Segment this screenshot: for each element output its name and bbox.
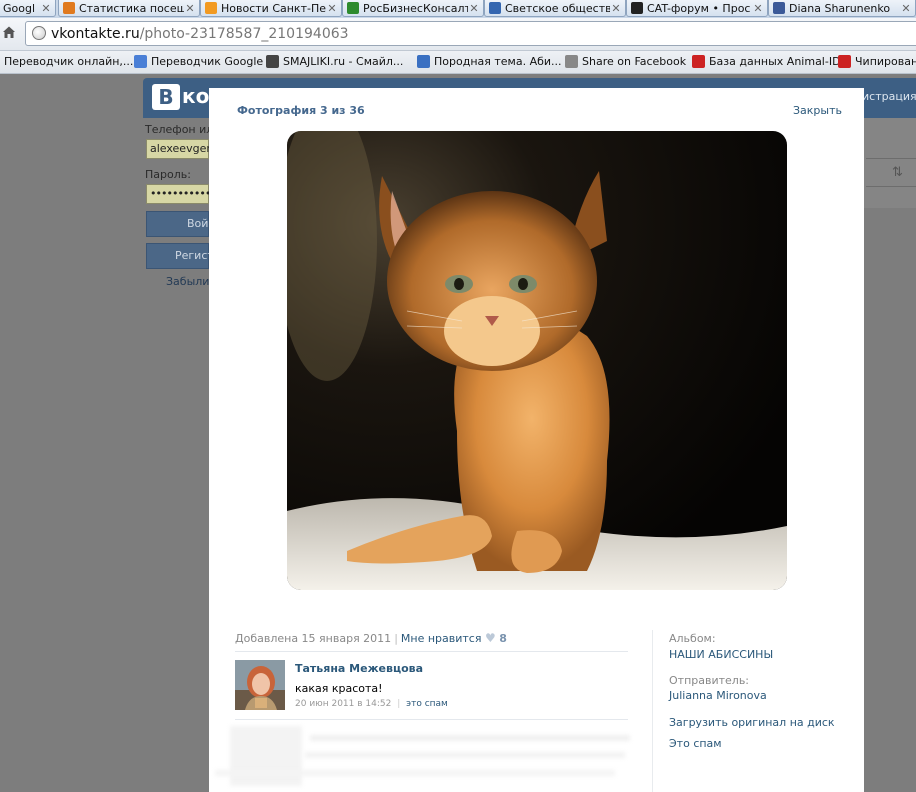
divider xyxy=(866,186,916,187)
tab-fox[interactable]: Статистика посещ ✕ xyxy=(58,0,200,17)
facebook-icon xyxy=(773,2,785,14)
home-icon[interactable] xyxy=(2,25,16,39)
album-link[interactable]: НАШИ АБИССИНЫ xyxy=(669,648,773,661)
paw-icon xyxy=(838,55,851,68)
close-icon[interactable]: ✕ xyxy=(900,2,912,15)
photo-counter: Фотография 3 из 36 xyxy=(237,104,365,117)
sort-icon[interactable]: ⇅ xyxy=(892,165,903,180)
password-label: Пароль: xyxy=(145,168,191,181)
heart-icon[interactable]: ♥ xyxy=(485,631,496,645)
bookmark-label: Переводчик онлайн,... xyxy=(4,55,134,68)
fox-icon xyxy=(63,2,75,14)
bookmark-item[interactable]: Переводчик Google xyxy=(134,55,263,68)
url-text[interactable]: vkontakte.ru/photo-23178587_210194063 xyxy=(51,26,349,42)
bookmark-item[interactable]: Чипирование xyxy=(838,55,916,68)
bookmark-label: Чипирование xyxy=(855,55,916,68)
close-icon[interactable]: ✕ xyxy=(752,2,764,15)
photo[interactable] xyxy=(287,131,787,590)
comment-date: 20 июн 2011 в 14:52 xyxy=(295,699,392,709)
password-input[interactable]: •••••••••••• xyxy=(146,184,217,204)
comment-text: какая красота! xyxy=(295,682,383,695)
sender-link[interactable]: Julianna Mironova xyxy=(669,689,767,702)
bookmark-item[interactable]: SMAJLIKI.ru - Смайл... xyxy=(266,55,403,68)
comment-meta: 20 июн 2011 в 14:52 | это спам xyxy=(295,699,448,709)
close-icon[interactable]: ✕ xyxy=(468,2,480,15)
tab-cat[interactable]: CAT-форум • Прос ✕ xyxy=(626,0,768,17)
avatar[interactable] xyxy=(235,660,285,710)
cat-icon xyxy=(631,2,643,14)
sender-label: Отправитель: xyxy=(669,674,750,687)
register-button[interactable]: Регист xyxy=(146,243,214,269)
rbc-icon xyxy=(347,2,359,14)
bookmark-label: SMAJLIKI.ru - Смайл... xyxy=(283,55,404,68)
added-date: Добавлена 15 января 2011 xyxy=(235,632,392,645)
forum-icon xyxy=(417,55,430,68)
photo-meta: Добавлена 15 января 2011 | Мне нравится ♥ … xyxy=(235,631,507,645)
close-icon[interactable]: ✕ xyxy=(326,2,338,15)
close-icon[interactable]: ✕ xyxy=(610,2,622,15)
like-count: 8 xyxy=(499,632,507,645)
paw-icon xyxy=(692,55,705,68)
loading-text xyxy=(215,770,615,776)
divider xyxy=(235,719,628,720)
tab-label: CAT-форум • Прос xyxy=(647,1,751,15)
sidebar-divider xyxy=(652,630,653,792)
album-label: Альбом: xyxy=(669,632,716,645)
vk-logo-icon[interactable]: В xyxy=(152,84,180,110)
comment-spam-link[interactable]: это спам xyxy=(406,699,448,709)
tab-rbc[interactable]: РосБизнесКонсалт ✕ xyxy=(342,0,484,17)
bookmark-label: Переводчик Google xyxy=(151,55,264,68)
loading-text xyxy=(305,752,625,758)
report-spam-link[interactable]: Это спам xyxy=(669,737,722,750)
bookmark-label: Породная тема. Аби... xyxy=(434,55,562,68)
bookmark-item[interactable]: Породная тема. Аби... xyxy=(417,55,562,68)
bookmark-item[interactable]: Share on Facebook xyxy=(565,55,686,68)
close-link[interactable]: Закрыть xyxy=(793,104,842,117)
loading-text xyxy=(310,735,630,741)
tab-google[interactable]: Googl ✕ xyxy=(0,0,56,17)
tab-label: Googl xyxy=(3,1,36,15)
tab-label: Diana Sharunenko xyxy=(789,1,891,15)
tab-nl[interactable]: Светское обществ ✕ xyxy=(484,0,626,17)
tab-label: Статистика посещ xyxy=(79,1,184,15)
tab-facebook[interactable]: Diana Sharunenko ✕ xyxy=(768,0,916,17)
tab-label: РосБизнесКонсалт xyxy=(363,1,468,15)
comment-author[interactable]: Татьяна Межевцова xyxy=(295,662,423,675)
news-icon xyxy=(205,2,217,14)
phone-input[interactable]: alexeevgen xyxy=(146,139,213,159)
like-link[interactable]: Мне нравится xyxy=(401,632,482,645)
vk-right-panel xyxy=(864,118,916,208)
close-icon[interactable]: ✕ xyxy=(184,2,196,15)
smile-icon xyxy=(266,55,279,68)
google-translate-icon xyxy=(134,55,147,68)
tab-label: Новости Санкт-Пе xyxy=(221,1,326,15)
kitten-photo xyxy=(287,131,787,590)
divider xyxy=(866,158,916,159)
avatar-placeholder xyxy=(230,726,302,786)
avatar-image xyxy=(235,660,285,710)
globe-icon xyxy=(32,26,46,40)
bookmark-label: База данных Animal-ID xyxy=(709,55,841,68)
bookmark-label: Share on Facebook xyxy=(582,55,687,68)
login-button[interactable]: Вой xyxy=(146,211,209,237)
close-icon[interactable]: ✕ xyxy=(40,2,52,15)
divider xyxy=(235,651,628,652)
globe-icon xyxy=(565,55,578,68)
tab-news[interactable]: Новости Санкт-Пе ✕ xyxy=(200,0,342,17)
bookmark-item[interactable]: Переводчик онлайн,... xyxy=(4,55,133,68)
tab-label: Светское обществ xyxy=(505,1,610,15)
vk-register-link[interactable]: истрация xyxy=(862,90,916,103)
nl-icon xyxy=(489,2,501,14)
bookmark-item[interactable]: База данных Animal-ID xyxy=(692,55,841,68)
download-original-link[interactable]: Загрузить оригинал на диск xyxy=(669,716,835,729)
